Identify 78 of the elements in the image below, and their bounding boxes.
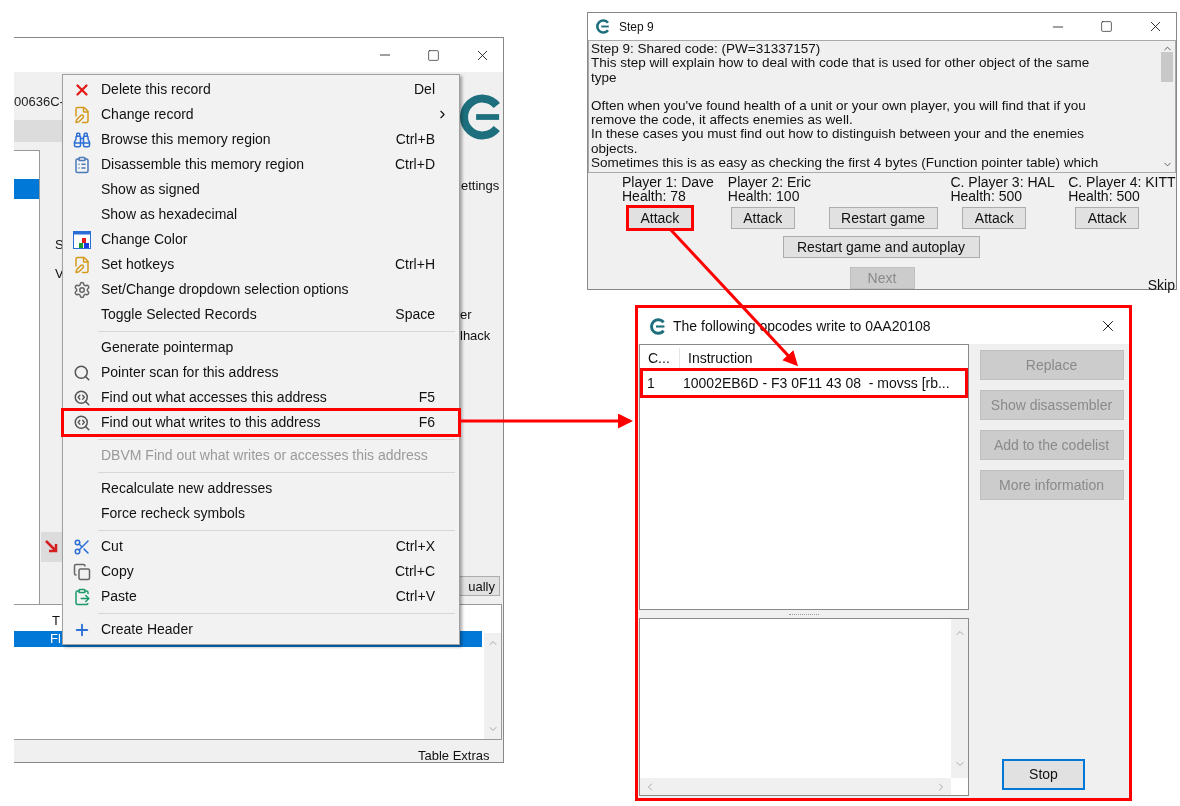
app-icon	[650, 317, 667, 335]
player-name: Player 1: Dave	[622, 175, 715, 189]
window-title: Step 9	[619, 18, 654, 36]
menu-item[interactable]: Set/Change dropdown selection options	[63, 277, 459, 302]
arrow-icon	[44, 539, 60, 555]
player-health: Health: 500	[1068, 189, 1141, 203]
menu-item[interactable]: Create Header	[63, 617, 459, 642]
player-health: Health: 78	[622, 189, 687, 203]
attack-button[interactable]: Attack	[962, 207, 1027, 229]
menu-item[interactable]: Change record	[63, 102, 459, 127]
search-icon	[73, 363, 91, 382]
magnifier-icon	[73, 413, 91, 432]
label-text: er	[460, 306, 472, 324]
table-cell-text: 1	[646, 373, 656, 393]
menu-item[interactable]: Disassemble this memory region Ctrl+D	[63, 152, 459, 177]
memo-line: remove the code, it affects enemies as well.	[591, 113, 853, 128]
menu-item[interactable]: Show as hexadecimal	[63, 202, 459, 227]
menu-item[interactable]: Delete this record Del	[63, 77, 459, 102]
maximize-icon[interactable]	[1100, 20, 1113, 33]
color-palette-icon	[73, 230, 91, 249]
scroll-thumb[interactable]	[1161, 51, 1173, 82]
column-header[interactable]: Instruction	[680, 347, 753, 369]
attack-button[interactable]: Attack	[730, 207, 795, 229]
label-text: lhack	[460, 327, 491, 345]
skip-link[interactable]: Skip	[1147, 275, 1175, 296]
column-header[interactable]: C...	[640, 347, 680, 369]
document-pencil-icon	[73, 105, 91, 124]
memo-line: Sometimes this is as easy as checking the first 4 bytes (Function pointer table) which	[591, 156, 1100, 171]
scrollbar[interactable]	[484, 633, 501, 739]
scrollbar[interactable]	[951, 619, 968, 778]
maximize-icon[interactable]	[427, 48, 440, 62]
table-extras-text[interactable]: Table Extras	[418, 746, 490, 766]
autoplay-button[interactable]: Restart game and autoplay	[782, 236, 980, 258]
window-title: The following opcodes write to 0AA20108	[673, 316, 931, 336]
column-header[interactable]: T	[52, 611, 60, 631]
memo-line: In these cases you must find out how to distinguish between your and the enemies	[591, 127, 1086, 142]
menu-item[interactable]: Browse this memory region Ctrl+B	[63, 127, 459, 152]
menu-item[interactable]: Find out what accesses this address F5	[63, 385, 459, 410]
arrow-tool-button[interactable]	[41, 532, 63, 562]
menu-item[interactable]: Show as signed	[63, 177, 459, 202]
memo-line: Often when you've found health of a unit or your own player, you will find that if you	[591, 98, 1087, 114]
memo-line: This step will explain how to deal with code that is used for other object of the same	[591, 56, 1091, 71]
menu-item[interactable]: Recalculate new addresses	[63, 476, 459, 501]
copy-icon	[73, 562, 91, 581]
table-cell-text: 10002EB6D - F3 0F11 43 08 - movss [rb...	[682, 373, 950, 393]
player-health: Health: 100	[727, 189, 801, 203]
attack-button[interactable]: Attack	[1075, 207, 1140, 229]
menu-item[interactable]: Set hotkeys Ctrl+H	[63, 252, 459, 277]
restart-button[interactable]: Restart game	[828, 207, 938, 229]
app-icon	[596, 19, 611, 34]
menu-item[interactable]: Find out what writes to this address F6	[63, 410, 459, 435]
menu-item[interactable]: Toggle Selected Records Space	[63, 302, 459, 327]
opcode-row[interactable]: 1 10002EB6D - F3 0F11 43 08 - movss [rb...	[643, 371, 965, 395]
scrollbar[interactable]	[640, 778, 951, 795]
scissors-icon	[73, 537, 91, 556]
menu-item[interactable]: Generate pointermap	[63, 335, 459, 360]
address-text: 00636C-	[14, 93, 64, 111]
attack-button[interactable]: Attack	[625, 205, 694, 231]
stop-button[interactable]: Stop	[1002, 759, 1085, 790]
menu-item[interactable]: Force recheck symbols	[63, 501, 459, 526]
player-name: C. Player 4: KITT	[1068, 175, 1176, 189]
memo-line: objects.	[591, 141, 639, 157]
player-health: Health: 500	[950, 189, 1023, 203]
player-name: C. Player 3: HAL	[950, 175, 1056, 189]
menu-item[interactable]: Pointer scan for this address	[63, 360, 459, 385]
paste-icon	[73, 587, 91, 606]
settings-text[interactable]: ettings	[461, 176, 500, 196]
magnifier-icon	[73, 388, 91, 407]
binoculars-icon	[73, 130, 91, 149]
player-name: Player 2: Eric	[727, 175, 813, 189]
menu-item[interactable]: Change Color	[63, 227, 459, 252]
toolbar-strip	[14, 120, 62, 142]
document-pencil-icon	[73, 255, 91, 274]
menu-item[interactable]: Cut Ctrl+X	[63, 534, 459, 559]
settings-icon	[73, 280, 91, 299]
memo-line: Step 9: Shared code: (PW=31337157)	[591, 42, 822, 57]
memo-line: type	[591, 70, 618, 85]
selected-row[interactable]	[14, 179, 39, 199]
